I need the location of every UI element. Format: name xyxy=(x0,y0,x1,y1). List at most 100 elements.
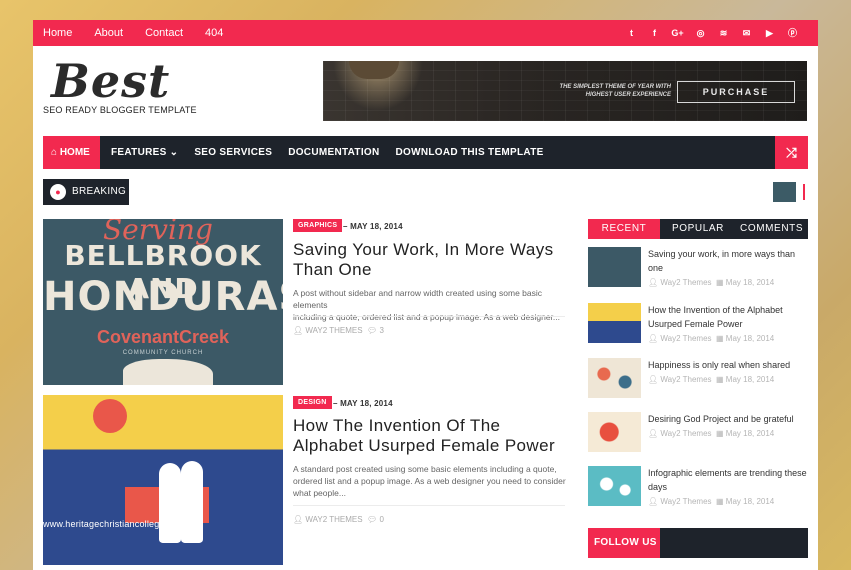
category-badge[interactable]: GRAPHICS xyxy=(293,219,343,232)
nav-contact-link[interactable]: Contact xyxy=(145,20,183,46)
recent-post-author: Way2 Themes xyxy=(660,334,712,343)
twitter-icon[interactable]: t xyxy=(620,20,643,46)
child-silhouette xyxy=(181,461,203,543)
recent-post-meta: 👤︎ Way2 Themes ▦ May 18, 2014 xyxy=(648,429,774,438)
site-logo[interactable]: Best xyxy=(51,54,170,108)
recent-post-author: Way2 Themes xyxy=(660,278,712,287)
site-tagline: SEO READY BLOGGER TEMPLATE xyxy=(43,105,197,115)
post-title[interactable]: Saving Your Work, In More Ways Than One xyxy=(293,240,554,280)
post-author[interactable]: WAY2 THEMES xyxy=(305,326,362,335)
follow-us-heading: FOLLOW US xyxy=(588,528,660,558)
ticker-thumbnail[interactable] xyxy=(773,182,796,202)
author-icon: 👤︎ xyxy=(648,334,659,343)
recent-post-title[interactable]: Saving your work, in more ways than one xyxy=(648,247,808,275)
post-thumbnail-2[interactable]: www.heritagechristiancollege.com xyxy=(43,395,283,565)
excerpt-line: including a quote, ordered list and a po… xyxy=(293,312,560,322)
recent-post-thumb[interactable] xyxy=(588,466,641,506)
email-icon[interactable]: ✉ xyxy=(735,20,758,46)
tab-recent[interactable]: RECENT xyxy=(588,219,660,239)
breaking-text: BREAKING xyxy=(72,186,127,197)
random-post-icon[interactable]: ⤮ xyxy=(775,136,808,169)
post-thumbnail-1[interactable]: Serving BELLBROOK AND HONDURAS CovenantC… xyxy=(43,219,283,385)
recent-post-title[interactable]: Desiring God Project and be grateful xyxy=(648,412,808,426)
recent-post-date: May 18, 2014 xyxy=(725,278,775,287)
page: Home About Contact 404 t f G+ ◎ ≋ ✉ ▶ ⓟ … xyxy=(33,20,818,570)
post-date: – MAY 18, 2014 xyxy=(333,399,393,408)
post-title-line: Alphabet Usurped Female Power xyxy=(293,436,556,455)
rss-icon[interactable]: ≋ xyxy=(712,20,735,46)
recent-post-thumb[interactable] xyxy=(588,303,641,343)
calendar-icon: ▦ xyxy=(715,375,724,384)
main-nav-documentation[interactable]: DOCUMENTATION xyxy=(288,136,379,169)
recent-post-meta: 👤︎ Way2 Themes ▦ May 18, 2014 xyxy=(648,334,774,343)
recent-post-meta: 👤︎ Way2 Themes ▦ May 18, 2014 xyxy=(648,497,774,506)
calendar-icon: ▦ xyxy=(715,497,724,506)
post-title-line: How The Invention Of The xyxy=(293,416,501,435)
comment-icon: 💬︎ xyxy=(367,515,378,524)
main-nav-home[interactable]: ⌂ HOME xyxy=(43,136,100,169)
calendar-icon: ▦ xyxy=(715,334,724,343)
recent-post-title[interactable]: Happiness is only real when shared xyxy=(648,358,808,372)
flame-icon: ● xyxy=(50,184,66,200)
recent-post-title[interactable]: How the Invention of the Alphabet Usurpe… xyxy=(648,303,808,331)
recent-post-meta: 👤︎ Way2 Themes ▦ May 18, 2014 xyxy=(648,278,774,287)
recent-post-date: May 18, 2014 xyxy=(725,497,775,506)
breaking-label: ● BREAKING xyxy=(43,179,129,205)
purchase-button[interactable]: PURCHASE xyxy=(677,81,795,103)
recent-post-item[interactable]: Infographic elements are trending these … xyxy=(588,466,808,506)
recent-post-date: May 18, 2014 xyxy=(725,334,775,343)
excerpt-line: what people... xyxy=(293,488,346,498)
recent-post-date: May 18, 2014 xyxy=(725,429,775,438)
recent-post-thumb[interactable] xyxy=(588,358,641,398)
comment-count[interactable]: 3 xyxy=(379,326,383,335)
google-plus-icon[interactable]: G+ xyxy=(666,20,689,46)
main-nav-seo-services[interactable]: SEO SERVICES xyxy=(194,136,272,169)
header-banner-ad[interactable]: THE SIMPLEST THEME OF YEAR WITH HIGHEST … xyxy=(323,61,807,121)
calendar-icon: ▦ xyxy=(715,429,724,438)
category-badge[interactable]: DESIGN xyxy=(293,396,332,409)
top-bar: Home About Contact 404 t f G+ ◎ ≋ ✉ ▶ ⓟ xyxy=(33,20,818,46)
recent-post-title[interactable]: Infographic elements are trending these … xyxy=(648,466,808,494)
nav-home-link[interactable]: Home xyxy=(43,20,72,46)
recent-post-thumb[interactable] xyxy=(588,412,641,452)
recent-post-thumb[interactable] xyxy=(588,247,641,287)
nav-about-link[interactable]: About xyxy=(94,20,123,46)
pinterest-icon[interactable]: ⓟ xyxy=(781,20,804,46)
recent-post-author: Way2 Themes xyxy=(660,375,712,384)
main-nav-features[interactable]: FEATURES ⌄ xyxy=(111,136,178,169)
post-date: – MAY 18, 2014 xyxy=(343,222,403,231)
child-silhouette xyxy=(159,463,181,543)
author-icon: 👤︎ xyxy=(648,375,659,384)
main-nav: ⌂ HOME FEATURES ⌄ SEO SERVICES DOCUMENTA… xyxy=(43,136,808,169)
tab-popular[interactable]: POPULAR xyxy=(672,219,724,239)
follow-us-widget: FOLLOW US xyxy=(588,528,808,558)
post-excerpt: A standard post created using some basic… xyxy=(293,463,568,499)
instagram-icon[interactable]: ◎ xyxy=(689,20,712,46)
tab-comments[interactable]: COMMENTS xyxy=(740,219,803,239)
sun-shape xyxy=(93,399,127,433)
recent-post-meta: 👤︎ Way2 Themes ▦ May 18, 2014 xyxy=(648,375,774,384)
recent-post-item[interactable]: Desiring God Project and be grateful 👤︎ … xyxy=(588,412,808,452)
image-silhouette xyxy=(123,359,213,385)
post-title[interactable]: How The Invention Of The Alphabet Usurpe… xyxy=(293,416,555,456)
facebook-icon[interactable]: f xyxy=(643,20,666,46)
author-icon: 👤︎ xyxy=(293,326,304,335)
excerpt-line: A post without sidebar and narrow width … xyxy=(293,288,542,310)
main-nav-download[interactable]: DOWNLOAD THIS TEMPLATE xyxy=(396,136,544,169)
image-line-2: HONDURAS xyxy=(43,274,283,320)
ticker-indicator xyxy=(803,184,805,200)
nav-404-link[interactable]: 404 xyxy=(205,20,223,46)
author-icon: 👤︎ xyxy=(648,497,659,506)
recent-post-author: Way2 Themes xyxy=(660,497,712,506)
recent-post-item[interactable]: How the Invention of the Alphabet Usurpe… xyxy=(588,303,808,343)
comment-count[interactable]: 0 xyxy=(379,515,383,524)
post-excerpt: A post without sidebar and narrow width … xyxy=(293,287,568,323)
excerpt-line: A standard post created using some basic… xyxy=(293,464,557,474)
image-line-4: COMMUNITY CHURCH xyxy=(122,350,204,356)
recent-post-item[interactable]: Happiness is only real when shared 👤︎ Wa… xyxy=(588,358,808,398)
post-meta: 👤︎ WAY2 THEMES 💬︎ 0 xyxy=(293,515,384,524)
youtube-icon[interactable]: ▶ xyxy=(758,20,781,46)
divider xyxy=(293,505,565,506)
post-author[interactable]: WAY2 THEMES xyxy=(305,515,362,524)
recent-post-item[interactable]: Saving your work, in more ways than one … xyxy=(588,247,808,287)
